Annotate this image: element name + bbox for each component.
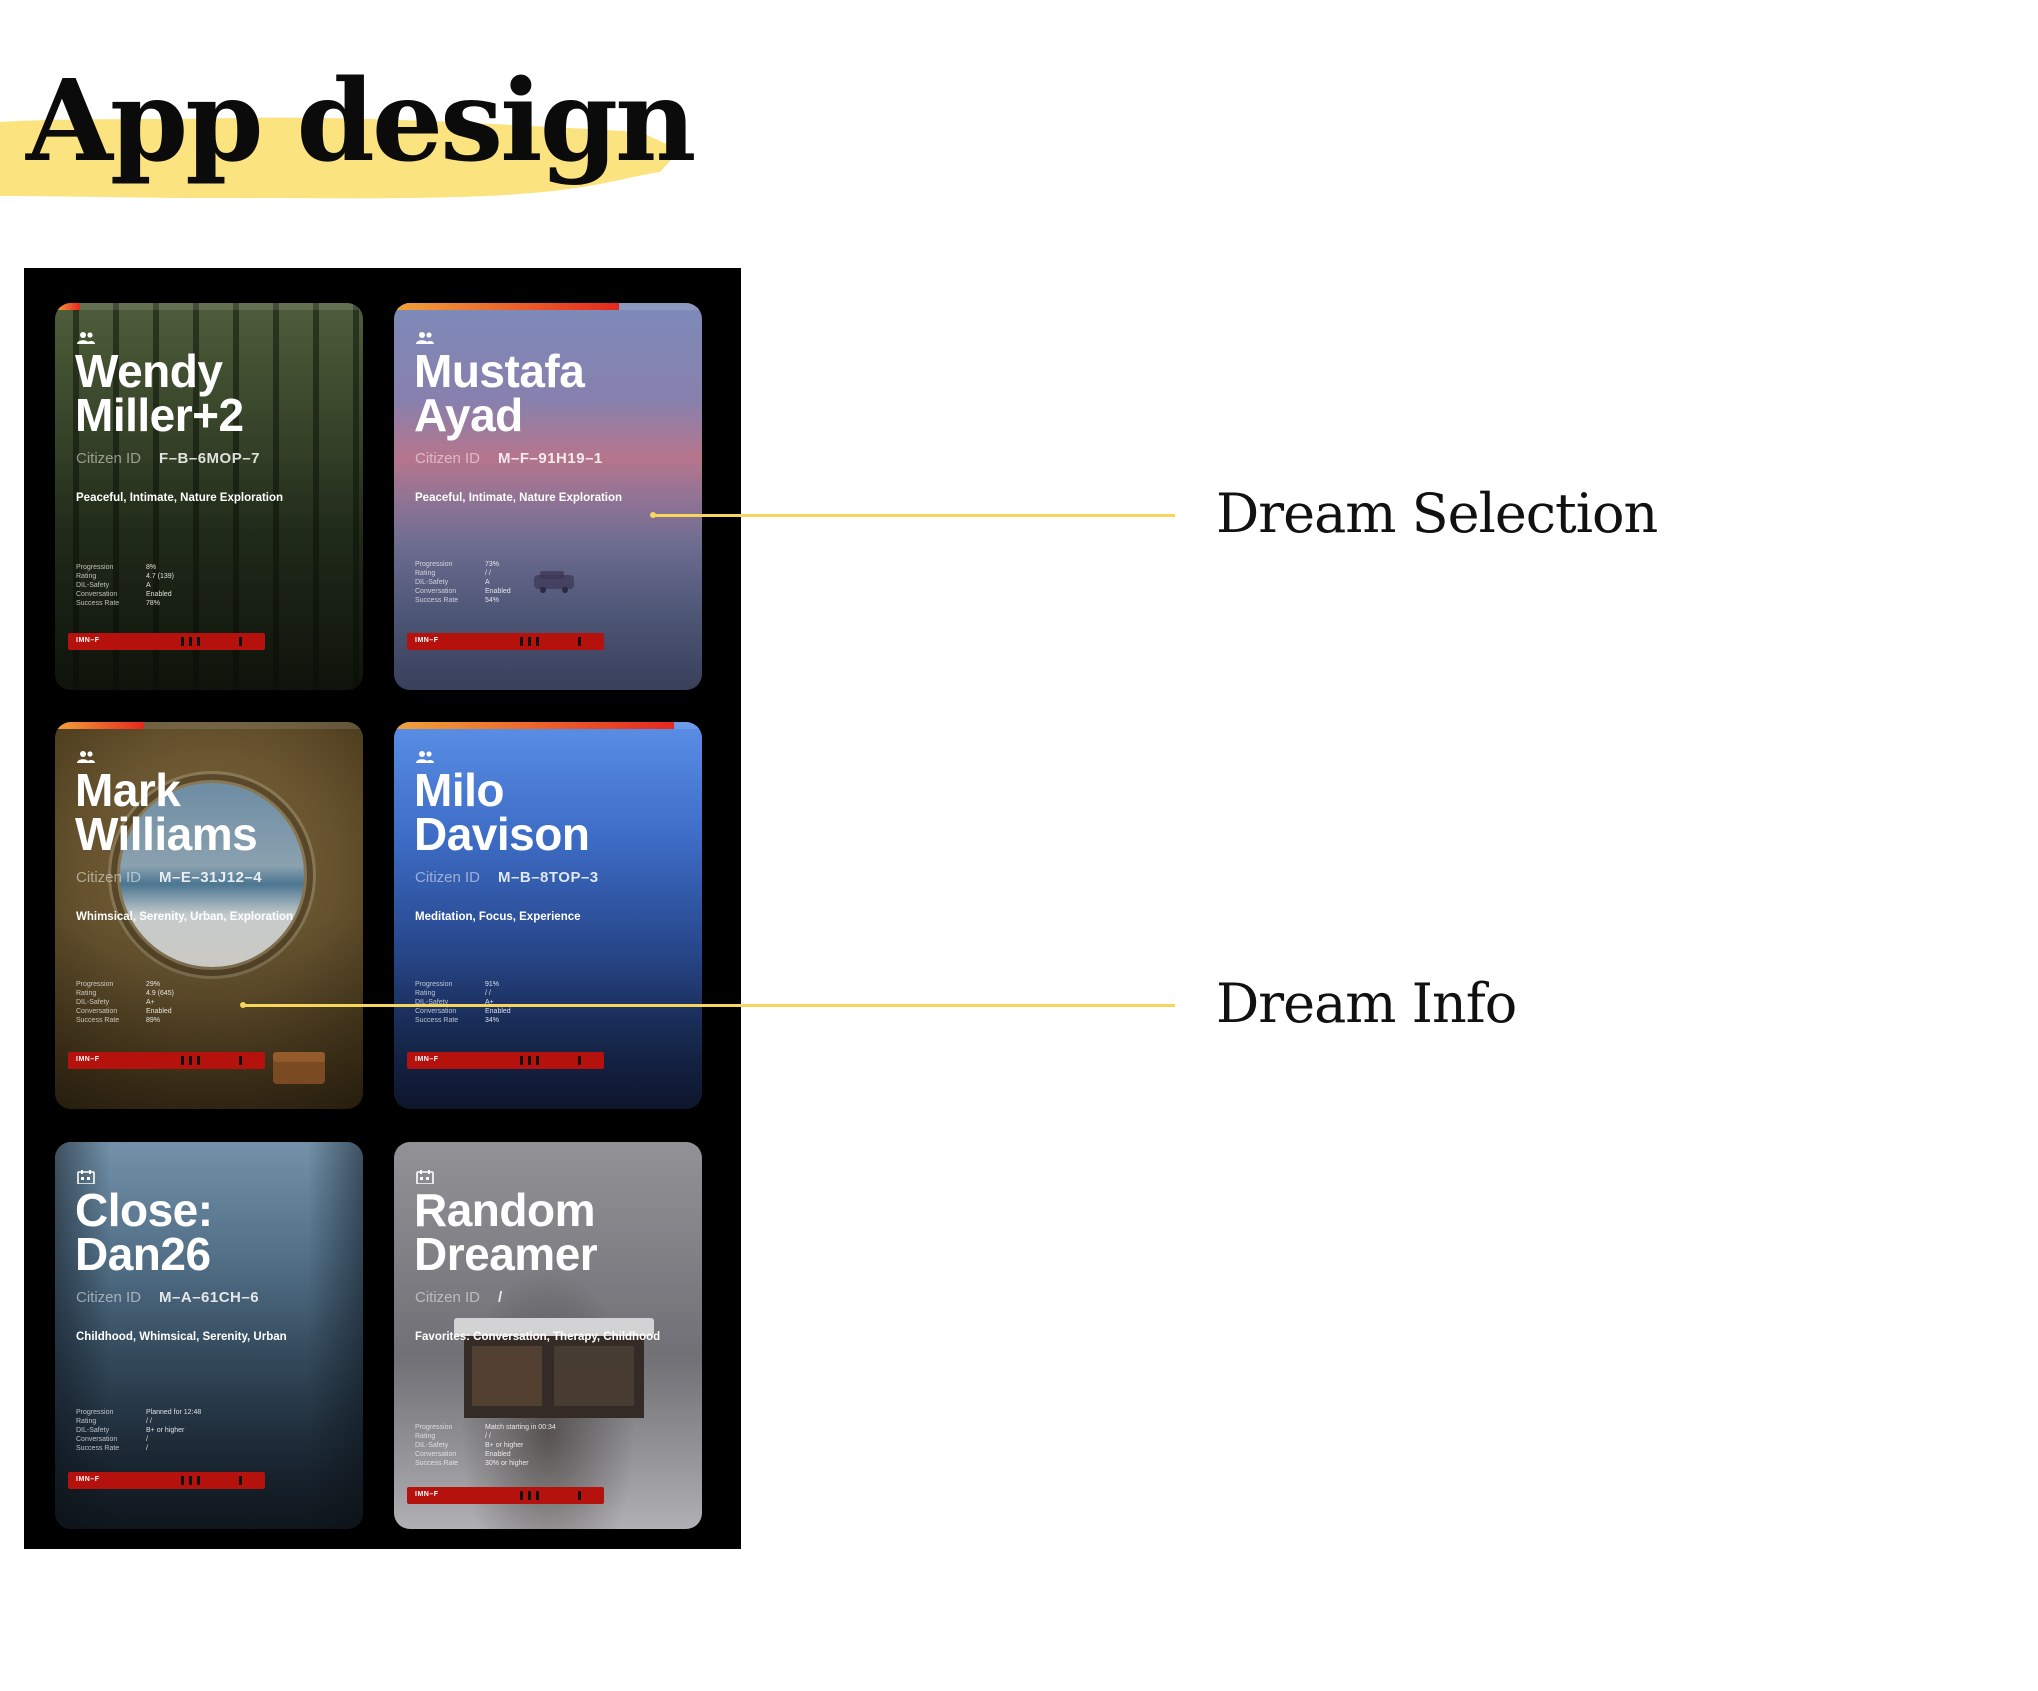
dream-tags: Favorites: Conversation, Therapy, Childh… (415, 1331, 661, 1343)
connect-bar[interactable]: IMN–F (407, 1487, 604, 1504)
dream-card-mark-williams[interactable]: Mark Williams Citizen ID M–E–31J12–4 Whims… (55, 722, 363, 1109)
connect-bar[interactable]: IMN–F (68, 633, 265, 650)
citizen-id: / (498, 1289, 503, 1306)
citizen-id: M–E–31J12–4 (159, 869, 263, 886)
connect-bar[interactable]: IMN–F (68, 1472, 265, 1489)
progress-track (55, 303, 363, 310)
barcode-icon (181, 1056, 242, 1065)
citizen-id-row: Citizen ID / (415, 1289, 503, 1306)
progress-fill (394, 303, 619, 310)
dream-info-stats: Progression Planned for 12:48 Rating / / D… (76, 1409, 202, 1452)
connect-bar[interactable]: IMN–F (407, 633, 604, 650)
dream-card-wendy-miller[interactable]: Wendy Miller+2 Citizen ID F–B–6MOP–7 Peace… (55, 303, 363, 690)
connect-bar[interactable]: IMN–F (407, 1052, 604, 1069)
dream-card-milo-davison[interactable]: Milo Davison Citizen ID M–B–8TOP–3 Meditat… (394, 722, 702, 1109)
dream-info-stats: Progression 73% Rating / / DIL-Safety A Con… (415, 561, 511, 604)
group-icon (416, 332, 434, 344)
progress-fill (55, 303, 80, 310)
dreamer-name: Milo Davison (414, 764, 590, 860)
dream-info-stats: Progression 8% Rating 4.7 (139) DIL-Safety… (76, 564, 175, 607)
dreamer-name: Mustafa Ayad (414, 345, 585, 441)
citizen-id-row: Citizen ID F–B–6MOP–7 (76, 450, 260, 467)
annotation-dream-selection: Dream Selection (1216, 482, 1658, 545)
dream-card-random-dreamer[interactable]: Random Dreamer Citizen ID / Favorites: Con… (394, 1142, 702, 1529)
dream-tags: Childhood, Whimsical, Serenity, Urban (76, 1331, 287, 1343)
group-icon (77, 332, 95, 344)
barcode-icon (520, 1491, 581, 1500)
barcode-icon (520, 1056, 581, 1065)
citizen-id-row: Citizen ID M–A–61CH–6 (76, 1289, 260, 1306)
dream-info-stats: Progression 91% Rating / / DIL-Safety A+ Co… (415, 981, 511, 1024)
progress-fill (55, 722, 145, 729)
connect-bar[interactable]: IMN–F (68, 1052, 265, 1069)
dream-info-stats: Progression Match starting in 00:34 Ratin… (415, 1424, 556, 1467)
calendar-icon (416, 1170, 434, 1184)
dreamer-name: Random Dreamer (414, 1184, 598, 1280)
citizen-id: M–B–8TOP–3 (498, 869, 599, 886)
citizen-id-row: Citizen ID M–E–31J12–4 (76, 869, 263, 886)
title-area: App design (0, 60, 700, 220)
citizen-id-row: Citizen ID M–F–91H19–1 (415, 450, 603, 467)
citizen-id: M–F–91H19–1 (498, 450, 603, 467)
dream-card-mustafa-ayad[interactable]: Mustafa Ayad Citizen ID M–F–91H19–1 Peacef… (394, 303, 702, 690)
citizen-id: M–A–61CH–6 (159, 1289, 260, 1306)
van-silhouette-icon (534, 571, 574, 593)
phone-screen: Wendy Miller+2 Citizen ID F–B–6MOP–7 Peace… (24, 268, 741, 1549)
progress-track (394, 722, 702, 729)
dream-tags: Peaceful, Intimate, Nature Exploration (415, 492, 623, 504)
dreamer-name: Wendy Miller+2 (75, 345, 244, 441)
dream-card-close-dan26[interactable]: Close: Dan26 Citizen ID M–A–61CH–6 Childho… (55, 1142, 363, 1529)
leather-bag-image (273, 1052, 325, 1084)
barcode-icon (181, 1476, 242, 1485)
dreamer-name: Mark Williams (75, 764, 258, 860)
progress-fill (394, 722, 675, 729)
annotation-dream-info: Dream Info (1216, 972, 1517, 1035)
group-icon (77, 751, 95, 763)
dream-info-stats: Progression 29% Rating 4.9 (645) DIL-Safet… (76, 981, 175, 1024)
dreamer-name: Close: Dan26 (75, 1184, 213, 1280)
dream-tags: Meditation, Focus, Experience (415, 911, 581, 923)
citizen-id: F–B–6MOP–7 (159, 450, 260, 467)
page-title: App design (26, 56, 696, 187)
citizen-id-row: Citizen ID M–B–8TOP–3 (415, 869, 599, 886)
connector-line-dream-info (243, 1004, 1175, 1007)
dream-tags: Whimsical, Serenity, Urban, Exploration (76, 911, 294, 923)
connector-line-dream-selection (653, 514, 1175, 517)
barcode-icon (520, 637, 581, 646)
progress-track (394, 303, 702, 310)
calendar-icon (77, 1170, 95, 1184)
progress-track (55, 722, 363, 729)
barcode-icon (181, 637, 242, 646)
dream-tags: Peaceful, Intimate, Nature Exploration (76, 492, 284, 504)
group-icon (416, 751, 434, 763)
